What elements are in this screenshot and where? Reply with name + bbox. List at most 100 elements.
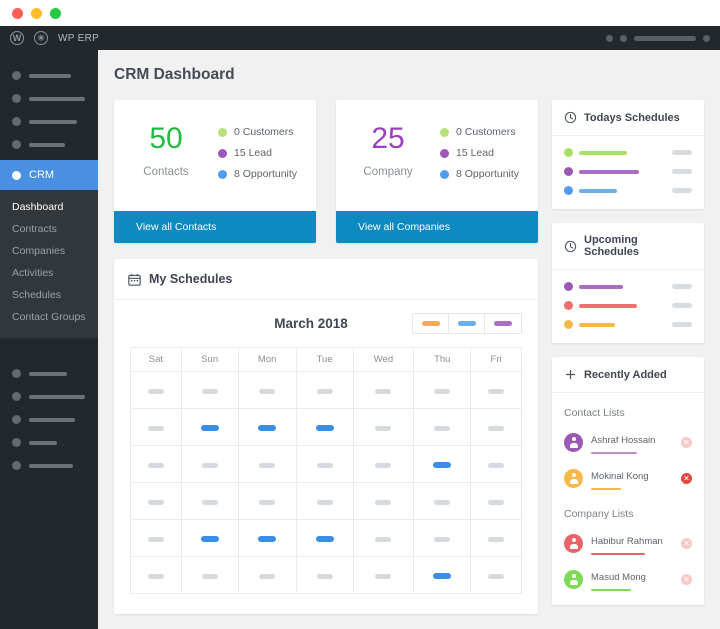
calendar-day-cell[interactable] (181, 409, 238, 446)
placeholder-label (29, 395, 85, 399)
calendar-day-cell[interactable] (238, 483, 296, 520)
calendar-day-cell[interactable] (414, 372, 471, 409)
calendar-day-cell[interactable] (353, 483, 414, 520)
calendar-day-cell[interactable] (238, 372, 296, 409)
list-item[interactable]: Ashraf Hossain ✕ (564, 430, 692, 454)
sidebar-placeholder-item[interactable] (0, 431, 98, 454)
contact-name: Ashraf Hossain (591, 435, 655, 446)
avatar (564, 570, 583, 589)
calendar-day-cell[interactable] (296, 446, 353, 483)
calendar-day-placeholder (375, 500, 391, 505)
sidebar-placeholder-item[interactable] (0, 454, 98, 477)
comments-icon[interactable] (620, 35, 627, 42)
legend-item: 0 Customers (218, 126, 297, 138)
schedule-row[interactable] (564, 148, 692, 157)
calendar-day-cell[interactable] (131, 520, 182, 557)
calendar-day-cell[interactable] (131, 557, 182, 594)
calendar-day-cell[interactable] (471, 372, 522, 409)
calendar-day-cell[interactable] (353, 557, 414, 594)
calendar-day-cell[interactable] (131, 372, 182, 409)
calendar-day-cell[interactable] (414, 520, 471, 557)
view-all-contacts-button[interactable]: View all Contacts (114, 211, 316, 243)
sidebar-subitem-contact-groups[interactable]: Contact Groups (0, 306, 98, 328)
calendar-day-cell[interactable] (471, 520, 522, 557)
wordpress-icon[interactable]: W (10, 31, 24, 45)
calendar-day-cell[interactable] (353, 520, 414, 557)
calendar-day-cell[interactable] (471, 446, 522, 483)
calendar-day-cell[interactable] (181, 446, 238, 483)
calendar-day-cell[interactable] (471, 483, 522, 520)
sidebar-placeholder-item[interactable] (0, 408, 98, 431)
calendar-day-cell[interactable] (414, 557, 471, 594)
sidebar-item-crm[interactable]: CRM (0, 160, 98, 190)
calendar-day-cell[interactable] (353, 372, 414, 409)
calendar-day-cell[interactable] (296, 483, 353, 520)
minimize-window-button[interactable] (31, 8, 42, 19)
list-item[interactable]: Masud Mong ✕ (564, 567, 692, 591)
calendar-day-cell[interactable] (414, 446, 471, 483)
schedule-row[interactable] (564, 186, 692, 195)
calendar-day-cell[interactable] (131, 483, 182, 520)
sidebar-placeholder-item[interactable] (0, 133, 98, 156)
notifications-icon[interactable] (606, 35, 613, 42)
contact-meta-placeholder (591, 488, 621, 491)
sidebar-subitem-companies[interactable]: Companies (0, 240, 98, 262)
delete-circle-icon[interactable]: ✕ (681, 574, 692, 585)
calendar-day-cell[interactable] (131, 409, 182, 446)
sidebar-placeholder-item[interactable] (0, 87, 98, 110)
week-view-toggle[interactable] (449, 314, 485, 333)
calendar-week-row (131, 557, 522, 594)
account-pill[interactable] (634, 36, 696, 41)
sidebar-subitem-dashboard[interactable]: Dashboard (0, 196, 98, 218)
calendar-day-cell[interactable] (414, 409, 471, 446)
calendar-day-cell[interactable] (296, 520, 353, 557)
calendar-day-cell[interactable] (238, 557, 296, 594)
calendar-day-cell[interactable] (238, 409, 296, 446)
calendar-day-cell[interactable] (471, 409, 522, 446)
schedule-row[interactable] (564, 320, 692, 329)
sidebar-placeholder-item[interactable] (0, 110, 98, 133)
wperp-globe-icon[interactable]: ☀ (34, 31, 48, 45)
sidebar-placeholder-item[interactable] (0, 64, 98, 87)
schedule-row[interactable] (564, 282, 692, 291)
sidebar-placeholder-item[interactable] (0, 362, 98, 385)
calendar-day-cell[interactable] (296, 557, 353, 594)
list-item[interactable]: Habibur Rahman ✕ (564, 531, 692, 555)
calendar-day-cell[interactable] (353, 446, 414, 483)
delete-circle-icon[interactable]: ✕ (681, 437, 692, 448)
calendar-day-cell[interactable] (296, 372, 353, 409)
avatar-dot[interactable] (703, 35, 710, 42)
calendar-day-cell[interactable] (181, 483, 238, 520)
calendar-day-cell[interactable] (181, 372, 238, 409)
calendar-day-cell[interactable] (353, 409, 414, 446)
delete-circle-icon[interactable]: ✕ (681, 473, 692, 484)
calendar-day-cell[interactable] (181, 520, 238, 557)
schedule-row[interactable] (564, 167, 692, 176)
delete-circle-icon[interactable]: ✕ (681, 538, 692, 549)
calendar-day-cell[interactable] (238, 520, 296, 557)
calendar-day-cell[interactable] (296, 409, 353, 446)
close-window-button[interactable] (12, 8, 23, 19)
list-item[interactable]: Mokinal Kong ✕ (564, 466, 692, 490)
sidebar-subitem-schedules[interactable]: Schedules (0, 284, 98, 306)
calendar-day-cell[interactable] (414, 483, 471, 520)
maximize-window-button[interactable] (50, 8, 61, 19)
calendar-day-cell[interactable] (181, 557, 238, 594)
calendar-day-cell[interactable] (238, 446, 296, 483)
sidebar-subitem-activities[interactable]: Activities (0, 262, 98, 284)
upcoming-schedules-body (552, 270, 704, 343)
view-all-companies-button[interactable]: View all Companies (336, 211, 538, 243)
month-view-toggle[interactable] (413, 314, 449, 333)
calendar-day-placeholder (434, 537, 450, 542)
legend-item: 8 Opportunity (218, 168, 297, 180)
sidebar-submenu-crm: Dashboard Contracts Companies Activities… (0, 190, 98, 338)
sidebar-placeholder-item[interactable] (0, 385, 98, 408)
sidebar-item-label: CRM (29, 169, 54, 181)
calendar-day-cell[interactable] (471, 557, 522, 594)
calendar-day-cell[interactable] (131, 446, 182, 483)
schedule-time-placeholder (672, 169, 692, 174)
app-body: CRM Dashboard Contracts Companies Activi… (0, 50, 720, 629)
sidebar-subitem-contracts[interactable]: Contracts (0, 218, 98, 240)
schedule-row[interactable] (564, 301, 692, 310)
day-view-toggle[interactable] (485, 314, 521, 333)
